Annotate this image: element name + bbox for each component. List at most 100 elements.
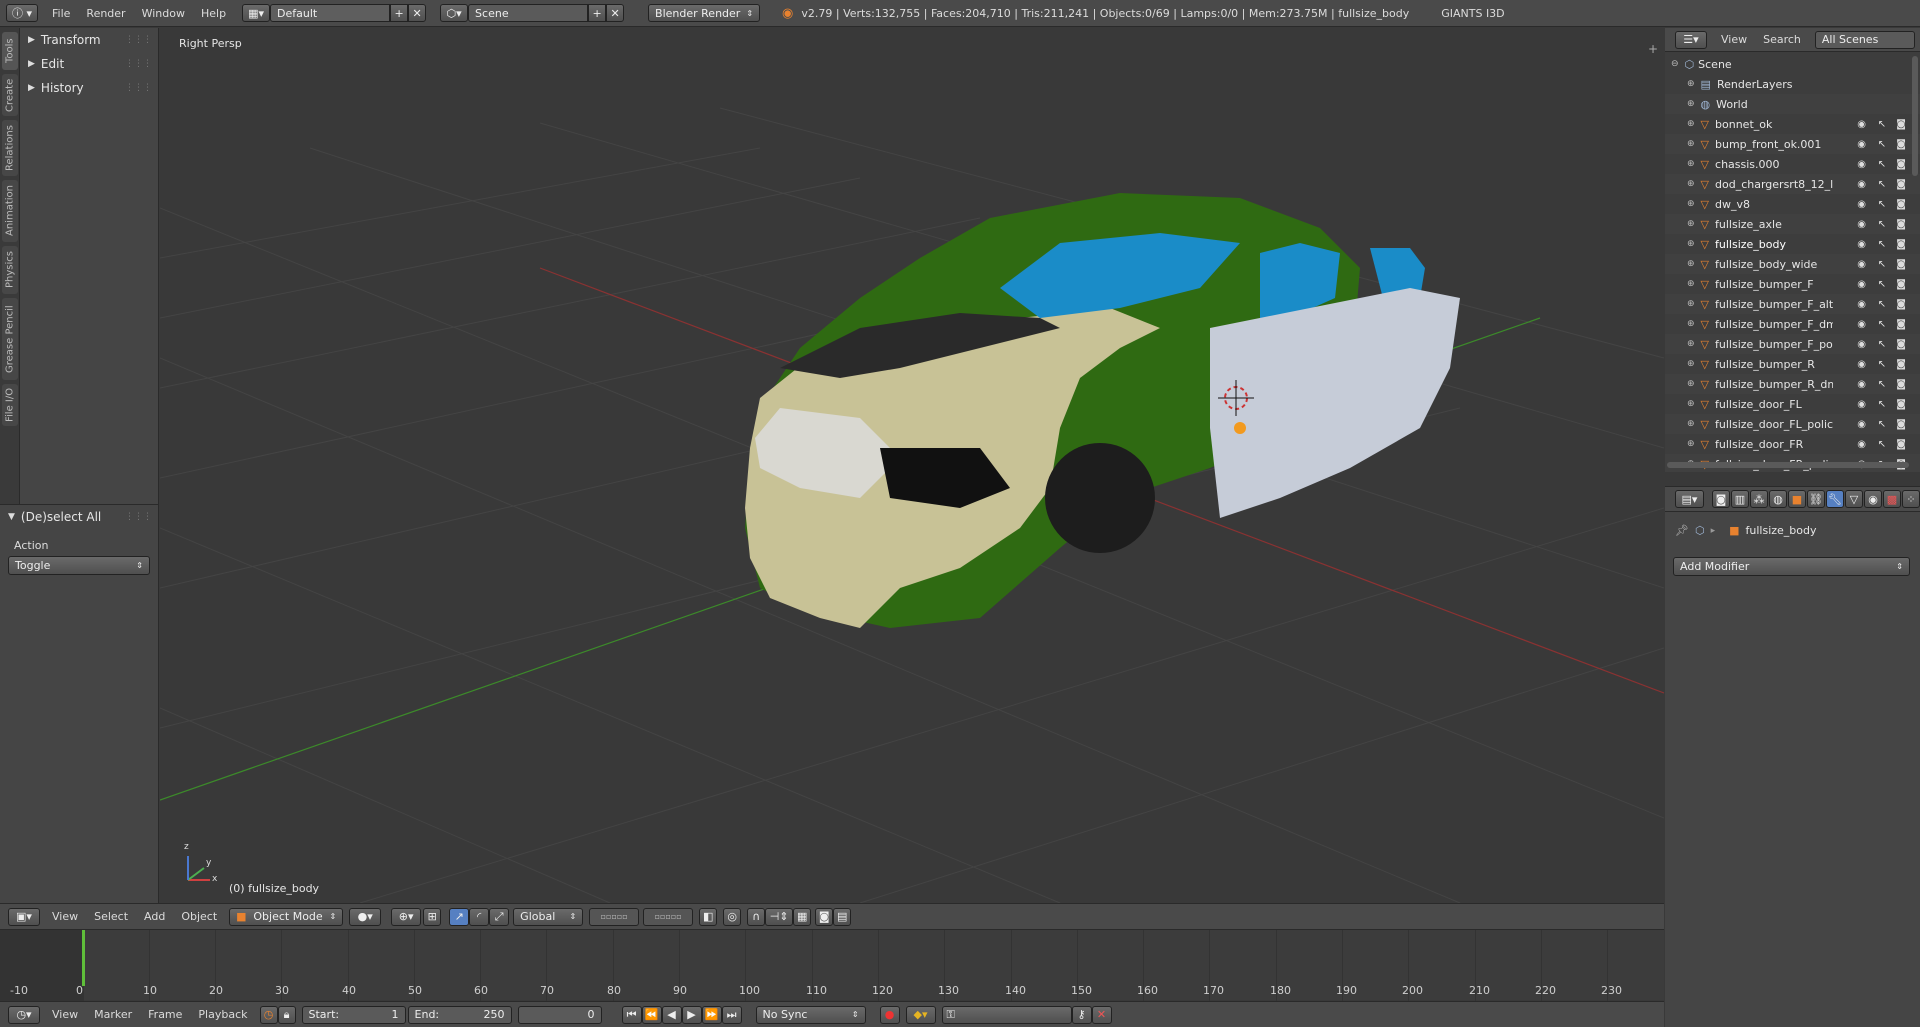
opengl-anim-button[interactable]: ▤ bbox=[833, 907, 852, 926]
expand-icon[interactable]: ⊕ bbox=[1687, 119, 1695, 129]
outliner-row[interactable]: ⊕ ▽ dw_v8 ◉ ↖ ◙ bbox=[1665, 194, 1920, 214]
jump-end-button[interactable]: ⏭ bbox=[721, 1005, 742, 1024]
tab-animation[interactable]: Animation bbox=[2, 180, 18, 242]
drag-grip-icon[interactable]: ⋮⋮⋮ bbox=[125, 83, 152, 93]
expand-icon[interactable]: ⊕ bbox=[1687, 79, 1695, 89]
editor-type-outliner-button[interactable]: ☰▾ bbox=[1675, 30, 1707, 49]
play-button[interactable]: ▶ bbox=[681, 1005, 702, 1024]
visibility-eye-icon[interactable]: ◉ bbox=[1857, 339, 1866, 350]
panel-history[interactable]: ▶ History ⋮⋮⋮ bbox=[20, 76, 158, 100]
editor-type-timeline-button[interactable]: ◷▾ bbox=[8, 1005, 40, 1024]
selectable-cursor-icon[interactable]: ↖ bbox=[1878, 399, 1886, 410]
menu-window[interactable]: Window bbox=[134, 0, 193, 26]
next-keyframe-button[interactable]: ⏩ bbox=[701, 1005, 722, 1024]
tab-texture[interactable]: ▩ bbox=[1883, 490, 1901, 508]
sync-dropdown[interactable]: No Sync ⇕ bbox=[755, 1005, 866, 1024]
outliner-row[interactable]: ⊕ ▽ bonnet_ok ◉ ↖ ◙ bbox=[1665, 114, 1920, 134]
drag-grip-icon[interactable]: ⋮⋮⋮ bbox=[125, 35, 152, 45]
keying-set-dropdown[interactable]: ◆▾ bbox=[905, 1005, 936, 1024]
renderable-camera-icon[interactable]: ◙ bbox=[1896, 139, 1906, 150]
pin-icon[interactable]: 📌︎ bbox=[1675, 524, 1689, 537]
outliner-row[interactable]: ⊕ ▽ fullsize_door_FR ◉ ↖ ◙ bbox=[1665, 434, 1920, 454]
menu-file[interactable]: File bbox=[44, 0, 78, 26]
viewport-expand-icon[interactable]: + bbox=[1648, 42, 1658, 56]
renderable-camera-icon[interactable]: ◙ bbox=[1896, 439, 1906, 450]
expand-icon[interactable]: ⊕ bbox=[1687, 299, 1695, 309]
add-layout-button[interactable]: + bbox=[390, 4, 409, 22]
selectable-cursor-icon[interactable]: ↖ bbox=[1878, 419, 1886, 430]
selectable-cursor-icon[interactable]: ↖ bbox=[1878, 199, 1886, 210]
outliner-row[interactable]: ⊕ ▽ fullsize_door_FL_police ◉ ↖ ◙ bbox=[1665, 414, 1920, 434]
renderable-camera-icon[interactable]: ◙ bbox=[1896, 339, 1906, 350]
outliner-row[interactable]: ⊕ ◍ World bbox=[1665, 94, 1920, 114]
editor-type-info-button[interactable]: ⓘ ▾ bbox=[6, 4, 38, 22]
renderable-camera-icon[interactable]: ◙ bbox=[1896, 359, 1906, 370]
menu-object[interactable]: Object bbox=[173, 904, 225, 929]
current-frame-field[interactable]: 0 bbox=[517, 1005, 602, 1024]
lock-camera-button[interactable]: ◧ bbox=[699, 907, 718, 926]
expand-icon[interactable]: ⊕ bbox=[1687, 99, 1695, 109]
scale-manipulator-button[interactable]: ⤢ bbox=[489, 907, 510, 926]
visibility-eye-icon[interactable]: ◉ bbox=[1857, 259, 1866, 270]
mode-dropdown[interactable]: ■ Object Mode ⇕ bbox=[229, 907, 344, 926]
delete-keyframe-button[interactable]: ✕ bbox=[1091, 1005, 1112, 1024]
expand-icon[interactable]: ⊕ bbox=[1687, 339, 1695, 349]
outliner-row[interactable]: ⊕ ▽ fullsize_bumper_F_polic ◉ ↖ ◙ bbox=[1665, 334, 1920, 354]
renderable-camera-icon[interactable]: ◙ bbox=[1896, 319, 1906, 330]
expand-icon[interactable]: ⊕ bbox=[1687, 319, 1695, 329]
tab-scene[interactable]: ⁂ bbox=[1750, 490, 1768, 508]
visibility-eye-icon[interactable]: ◉ bbox=[1857, 119, 1866, 130]
jump-start-button[interactable]: ⏮ bbox=[621, 1005, 642, 1024]
drag-grip-icon[interactable]: ⋮⋮⋮ bbox=[125, 59, 152, 69]
selectable-cursor-icon[interactable]: ↖ bbox=[1878, 359, 1886, 370]
renderable-camera-icon[interactable]: ◙ bbox=[1896, 299, 1906, 310]
expand-icon[interactable]: ⊕ bbox=[1687, 179, 1695, 189]
start-frame-field[interactable]: Start: 1 bbox=[301, 1005, 406, 1024]
tab-create[interactable]: Create bbox=[2, 74, 18, 116]
visibility-eye-icon[interactable]: ◉ bbox=[1857, 159, 1866, 170]
visibility-eye-icon[interactable]: ◉ bbox=[1857, 359, 1866, 370]
layers-grid-1[interactable]: ▫▫▫▫▫ bbox=[589, 907, 640, 926]
expand-icon[interactable]: ⊕ bbox=[1687, 219, 1695, 229]
visibility-eye-icon[interactable]: ◉ bbox=[1857, 299, 1866, 310]
tab-material[interactable]: ◉ bbox=[1864, 490, 1882, 508]
outliner-row[interactable]: ⊕ ▽ fullsize_bumper_R ◉ ↖ ◙ bbox=[1665, 354, 1920, 374]
outliner-row[interactable]: ⊕ ▽ fullsize_bumper_F ◉ ↖ ◙ bbox=[1665, 274, 1920, 294]
menu-select[interactable]: Select bbox=[86, 904, 136, 929]
outliner-row[interactable]: ⊕ ▽ dod_chargersrt8_12_lo ◉ ↖ ◙ bbox=[1665, 174, 1920, 194]
expand-icon[interactable]: ⊕ bbox=[1687, 279, 1695, 289]
expand-icon[interactable]: ⊕ bbox=[1687, 159, 1695, 169]
renderable-camera-icon[interactable]: ◙ bbox=[1896, 179, 1906, 190]
tab-physics[interactable]: Physics bbox=[2, 246, 18, 294]
tab-relations[interactable]: Relations bbox=[2, 120, 18, 176]
tab-modifiers[interactable]: 🔧︎ bbox=[1826, 490, 1844, 508]
outliner-scene-row[interactable]: ⊖ ⬡ Scene bbox=[1665, 54, 1920, 74]
menu-search[interactable]: Search bbox=[1755, 28, 1809, 51]
selectable-cursor-icon[interactable]: ↖ bbox=[1878, 239, 1886, 250]
outliner-row[interactable]: ⊕ ▽ fullsize_body_wide ◉ ↖ ◙ bbox=[1665, 254, 1920, 274]
snap-element-dropdown[interactable]: ⊣⇕ bbox=[765, 907, 794, 926]
editor-type-3dview-button[interactable]: ▣▾ bbox=[8, 907, 40, 926]
play-reverse-button[interactable]: ◀ bbox=[661, 1005, 682, 1024]
display-mode-dropdown[interactable]: All Scenes bbox=[1814, 30, 1915, 49]
editor-type-properties-button[interactable]: ▤▾ bbox=[1675, 490, 1704, 508]
rotate-manipulator-button[interactable]: ◜ bbox=[469, 907, 490, 926]
menu-playback[interactable]: Playback bbox=[190, 1002, 255, 1027]
expand-icon[interactable]: ⊕ bbox=[1687, 379, 1695, 389]
renderable-camera-icon[interactable]: ◙ bbox=[1896, 239, 1906, 250]
expand-icon[interactable]: ⊕ bbox=[1687, 399, 1695, 409]
menu-view[interactable]: View bbox=[1713, 28, 1755, 51]
selectable-cursor-icon[interactable]: ↖ bbox=[1878, 119, 1886, 130]
menu-add[interactable]: Add bbox=[136, 904, 173, 929]
tab-data[interactable]: ▽ bbox=[1845, 490, 1863, 508]
selectable-cursor-icon[interactable]: ↖ bbox=[1878, 379, 1886, 390]
menu-render[interactable]: Render bbox=[78, 0, 133, 26]
expand-icon[interactable]: ⊕ bbox=[1687, 439, 1695, 449]
outliner-row[interactable]: ⊕ ▽ fullsize_bumper_F_alt ◉ ↖ ◙ bbox=[1665, 294, 1920, 314]
outliner-row[interactable]: ⊕ ▤ RenderLayers bbox=[1665, 74, 1920, 94]
selectable-cursor-icon[interactable]: ↖ bbox=[1878, 339, 1886, 350]
pivot-dropdown[interactable]: ⊕▾ bbox=[391, 907, 422, 926]
layout-name-field[interactable]: Default bbox=[270, 4, 391, 22]
3d-viewport[interactable]: z y x Right Persp (0) fullsize_body + bbox=[160, 28, 1664, 903]
renderable-camera-icon[interactable]: ◙ bbox=[1896, 379, 1906, 390]
